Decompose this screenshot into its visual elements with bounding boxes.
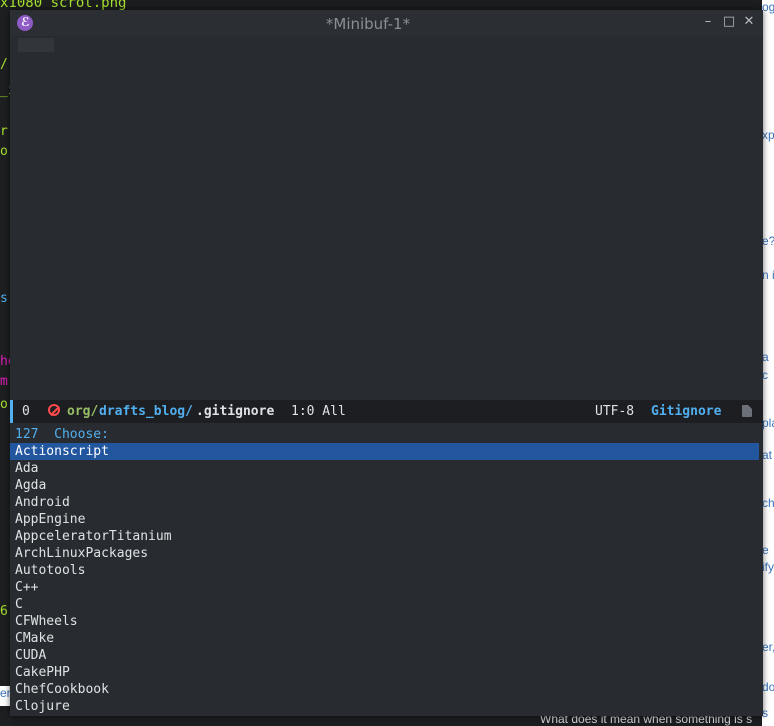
background-webpage-fragment: e? [762,234,774,248]
cursor-position: 1:0 All [291,404,346,419]
background-webpage-fragment: er, [762,640,774,654]
candidate-item[interactable]: AppEngine [10,511,763,528]
maximize-icon[interactable]: □ [721,14,737,30]
candidate-item[interactable]: CakePHP [10,664,763,681]
background-webpage-fragment: a [762,350,769,364]
background-webpage-fragment: xp [762,128,774,142]
background-terminal-fragment: m [0,374,8,389]
background-terminal-fragment: / [0,57,8,72]
file-path-subdirectory[interactable]: drafts_blog/ [99,404,193,419]
mode-line-active-indicator [10,400,13,423]
background-terminal-header: x1080 scrot.png [0,0,127,10]
major-mode[interactable]: Gitignore [651,404,721,419]
background-webpage-fragment: do [762,680,774,694]
prompt-label: Choose: [54,427,109,442]
mode-line[interactable]: 0 org/ drafts_blog/ .gitignore 1:0 All U… [10,400,763,423]
minimize-icon[interactable]: – [700,14,716,30]
candidate-list[interactable]: Actionscript Ada Agda Android AppEngine Appce… [10,443,763,715]
background-webpage-fragment: og in [762,0,774,14]
emacs-window[interactable]: ℰ *Minibuf-1* – □ ✕ 0 org/ drafts_blog/ … [10,10,763,716]
minibuffer-prompt: 127 Choose: [15,427,109,442]
candidate-item[interactable]: CFWheels [10,613,763,630]
candidate-item[interactable]: Android [10,494,763,511]
buffer-text-area[interactable] [10,36,763,400]
candidate-item[interactable]: C [10,596,763,613]
selected-candidate[interactable]: Actionscript [10,443,759,460]
file-encoding[interactable]: UTF-8 [595,404,634,419]
candidate-item[interactable]: AppceleratorTitanium [10,528,763,545]
minibuffer[interactable]: 127 Choose: Actionscript Ada Agda Android Ap… [10,423,763,716]
file-path-directory[interactable]: org/ [67,404,98,419]
candidate-item[interactable]: ChefCookbook [10,681,763,698]
candidate-item[interactable]: Agda [10,477,763,494]
background-terminal-fragment: o [0,397,8,412]
background-terminal-fragment: o [0,144,8,159]
background-webpage-fragment: e [762,543,769,557]
candidate-item[interactable]: Clojure [10,698,763,715]
window-titlebar[interactable]: ℰ *Minibuf-1* – □ ✕ [10,10,763,36]
background-webpage-fragment: at [762,448,773,462]
candidate-item[interactable]: CMake [10,630,763,647]
window-number: 0 [22,404,30,419]
background-webpage-fragment: ify [762,560,774,574]
background-terminal-fragment: s [0,291,8,306]
candidate-count: 127 [15,427,39,442]
window-title: *Minibuf-1* [325,15,411,33]
no-entry-icon [48,404,60,416]
file-name[interactable]: .gitignore [196,404,274,419]
candidate-item[interactable]: CUDA [10,647,763,664]
background-webpage: og inxpe?n iacplaatcheifyer,dos [762,0,774,726]
candidate-item[interactable]: C++ [10,579,763,596]
candidate-item[interactable]: Ada [10,460,763,477]
background-webpage-fragment: ch [762,496,774,510]
background-webpage-fragment: pla [762,416,774,430]
close-icon[interactable]: ✕ [741,14,757,30]
background-terminal-fragment: r [0,124,8,139]
document-icon [742,405,752,417]
background-webpage-fragment: n i [762,268,774,282]
candidate-item[interactable]: ArchLinuxPackages [10,545,763,562]
cursor-line-highlight [18,38,54,52]
candidate-item[interactable]: Autotools [10,562,763,579]
